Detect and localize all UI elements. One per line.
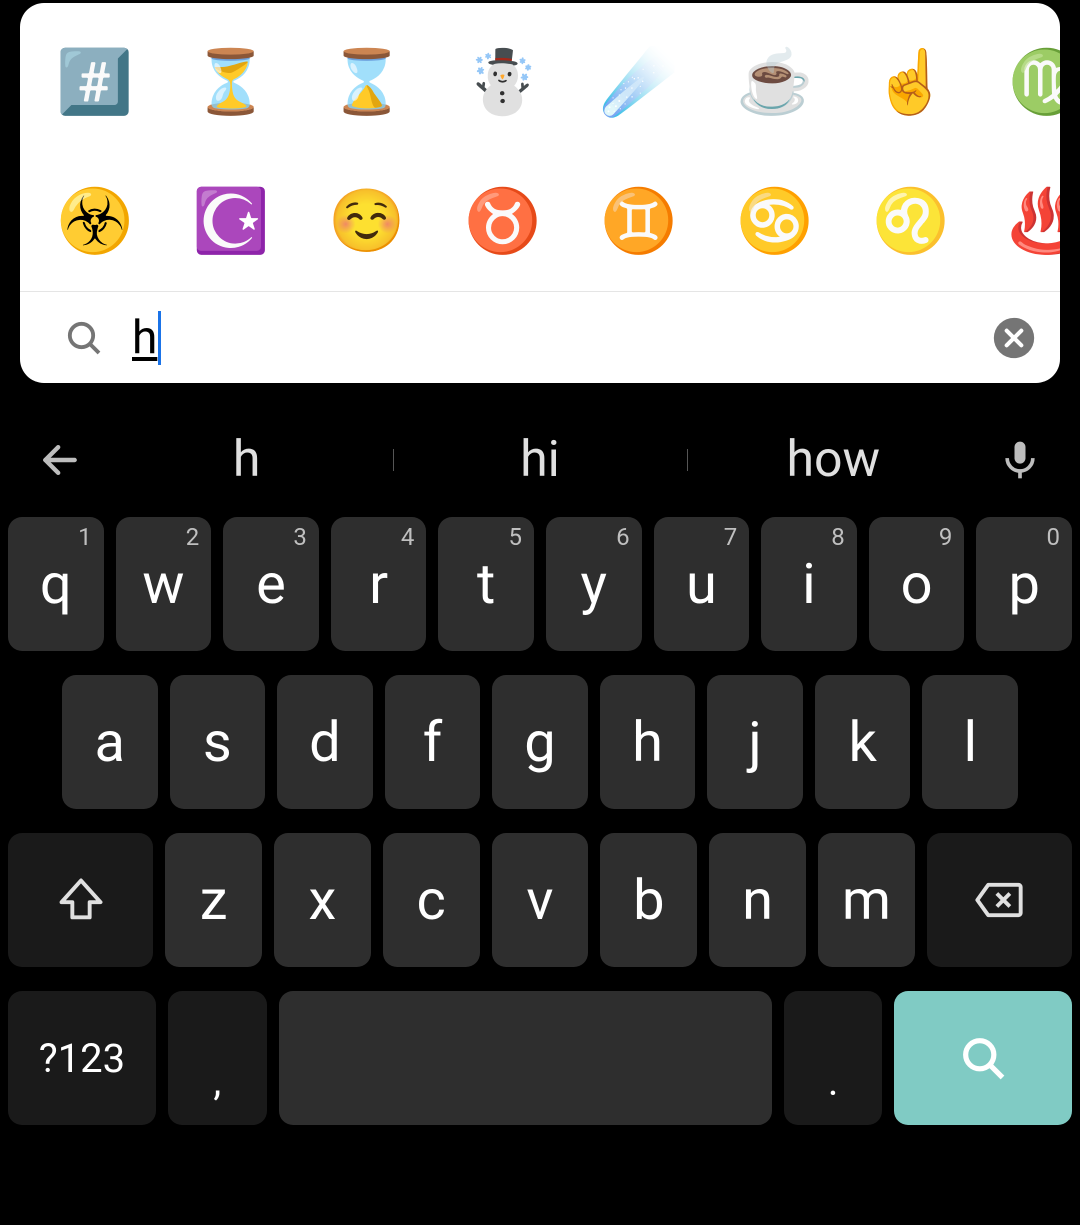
back-button[interactable] (20, 438, 100, 482)
key-p[interactable]: 0p (976, 517, 1072, 651)
key-h[interactable]: h (600, 675, 696, 809)
emoji-hot-springs[interactable]: ♨️ (1012, 187, 1060, 257)
suggestions: h hi how (100, 431, 980, 489)
emoji-hourglass-flowing[interactable]: ⏳ (196, 48, 266, 118)
key-a[interactable]: a (62, 675, 158, 809)
emoji-row-0: #️⃣ ⏳ ⌛ ☃️ ☄️ ☕ ☝️ ♍ (60, 13, 1060, 152)
backspace-key[interactable] (927, 833, 1072, 967)
emoji-star-and-crescent[interactable]: ☪️ (196, 187, 266, 257)
key-hint: 6 (616, 523, 630, 551)
key-w[interactable]: 2w (116, 517, 212, 651)
search-action-key[interactable] (894, 991, 1072, 1125)
suggestion-1[interactable]: hi (393, 431, 686, 489)
key-c[interactable]: c (383, 833, 480, 967)
emoji-comet[interactable]: ☄️ (604, 48, 674, 118)
key-k[interactable]: k (815, 675, 911, 809)
emoji-virgo[interactable]: ♍ (1012, 48, 1060, 118)
key-t[interactable]: 5t (438, 517, 534, 651)
key-i[interactable]: 8i (761, 517, 857, 651)
key-y[interactable]: 6y (546, 517, 642, 651)
key-hint: 3 (293, 523, 307, 551)
emoji-hot-beverage[interactable]: ☕ (740, 48, 810, 118)
suggestion-bar: h hi how (0, 415, 1080, 505)
keyboard: h hi how 1q2w3e4r5t6y7u8i9o0p asdfghjkl … (0, 395, 1080, 1225)
key-l[interactable]: l (922, 675, 1018, 809)
key-n[interactable]: n (709, 833, 806, 967)
key-e[interactable]: 3e (223, 517, 319, 651)
key-z[interactable]: z (165, 833, 262, 967)
suggestion-2[interactable]: how (687, 431, 980, 489)
key-d[interactable]: d (277, 675, 373, 809)
emoji-index-pointing-up[interactable]: ☝️ (876, 48, 946, 118)
key-hint: 5 (509, 523, 523, 551)
key-s[interactable]: s (170, 675, 266, 809)
key-o[interactable]: 9o (869, 517, 965, 651)
key-g[interactable]: g (492, 675, 588, 809)
key-hint: 7 (724, 523, 738, 551)
emoji-gemini[interactable]: ♊ (604, 187, 674, 257)
shift-key[interactable] (8, 833, 153, 967)
emoji-search-row: h (20, 291, 1060, 383)
emoji-hourglass-done[interactable]: ⌛ (332, 48, 402, 118)
emoji-grid: #️⃣ ⏳ ⌛ ☃️ ☄️ ☕ ☝️ ♍ ☣️ ☪️ ☺️ ♉ ♊ ♋ ♌ ♨️ (20, 3, 1060, 291)
emoji-snowman[interactable]: ☃️ (468, 48, 538, 118)
key-x[interactable]: x (274, 833, 371, 967)
symbols-key[interactable]: ?123 (8, 991, 156, 1125)
key-m[interactable]: m (818, 833, 915, 967)
key-hint: 8 (831, 523, 845, 551)
emoji-panel: #️⃣ ⏳ ⌛ ☃️ ☄️ ☕ ☝️ ♍ ☣️ ☪️ ☺️ ♉ ♊ ♋ ♌ ♨️ h (20, 3, 1060, 383)
search-input[interactable]: h (132, 292, 992, 383)
mic-button[interactable] (980, 438, 1060, 482)
period-key[interactable]: . (784, 991, 883, 1125)
suggestion-0[interactable]: h (100, 431, 393, 489)
emoji-smiling-face[interactable]: ☺️ (332, 187, 402, 257)
search-icon (64, 318, 104, 358)
space-key[interactable] (279, 991, 772, 1125)
emoji-taurus[interactable]: ♉ (468, 187, 538, 257)
key-q[interactable]: 1q (8, 517, 104, 651)
key-hint: 2 (186, 523, 200, 551)
key-hint: 0 (1046, 523, 1060, 551)
clear-search-button[interactable] (992, 316, 1036, 360)
key-j[interactable]: j (707, 675, 803, 809)
key-b[interactable]: b (600, 833, 697, 967)
key-hint: 1 (78, 523, 92, 551)
key-r[interactable]: 4r (331, 517, 427, 651)
key-u[interactable]: 7u (654, 517, 750, 651)
key-f[interactable]: f (385, 675, 481, 809)
key-grid: 1q2w3e4r5t6y7u8i9o0p asdfghjkl zxcvbnm ?… (0, 505, 1080, 1125)
emoji-cancer[interactable]: ♋ (740, 187, 810, 257)
key-hint: 4 (401, 523, 415, 551)
key-hint: 9 (939, 523, 953, 551)
search-value: h (132, 311, 161, 365)
comma-key[interactable]: , (168, 991, 267, 1125)
key-v[interactable]: v (492, 833, 589, 967)
emoji-keycap-hash[interactable]: #️⃣ (60, 48, 130, 118)
emoji-leo[interactable]: ♌ (876, 187, 946, 257)
emoji-row-1: ☣️ ☪️ ☺️ ♉ ♊ ♋ ♌ ♨️ (60, 152, 1060, 291)
emoji-biohazard[interactable]: ☣️ (60, 187, 130, 257)
